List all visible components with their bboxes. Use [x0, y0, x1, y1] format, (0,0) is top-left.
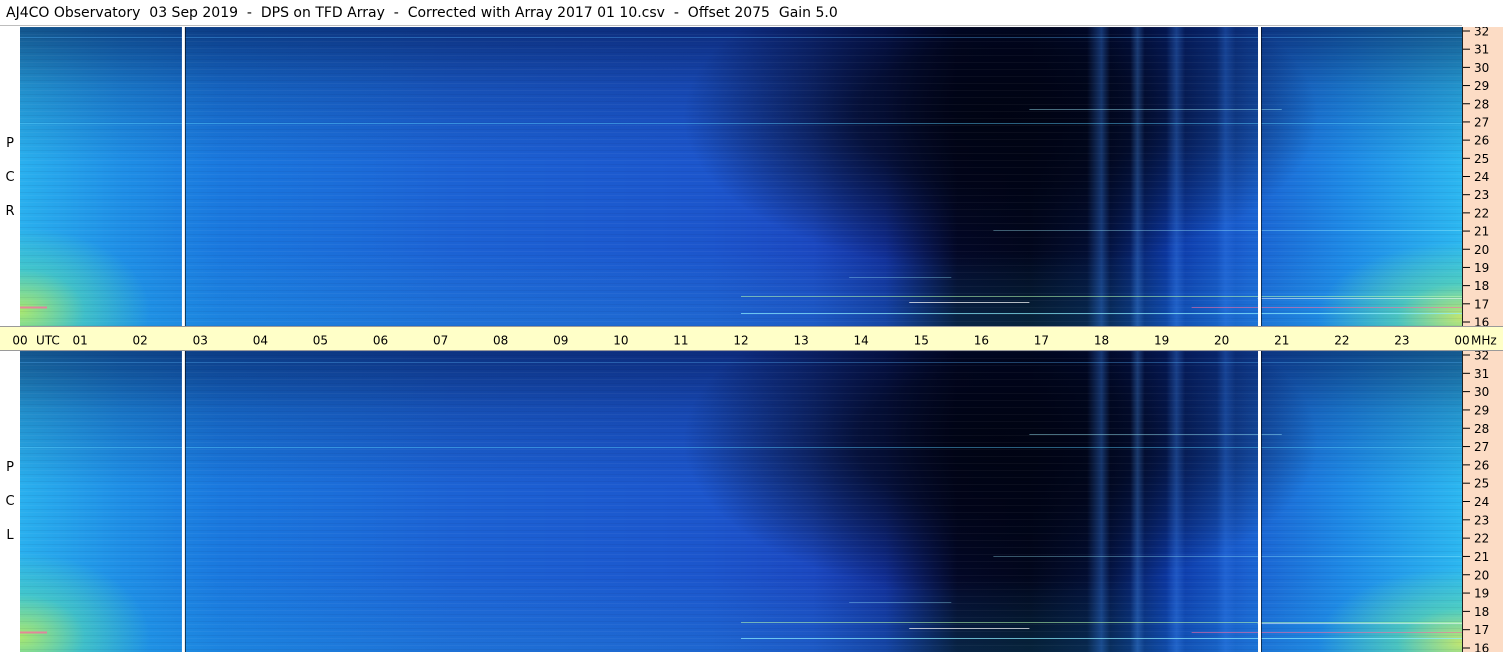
utc-tick-label-2: 02	[133, 334, 148, 348]
utc-tick-label-1: 01	[72, 334, 87, 348]
rcp-freq-label-16: 16	[1474, 316, 1489, 327]
lcp-freq-label-32: 32	[1474, 351, 1489, 363]
lcp-freq-label-22: 22	[1474, 532, 1489, 546]
utc-tick-label-18: 18	[1094, 334, 1109, 348]
rcp-freq-label-24: 24	[1474, 170, 1489, 184]
lcp-freq-label-21: 21	[1474, 550, 1489, 564]
utc-tick-label-19: 19	[1154, 334, 1169, 348]
utc-tick-label-16: 16	[974, 334, 989, 348]
lcp-panel-label: P C L	[0, 451, 20, 553]
utc-tick-label-7: 07	[433, 334, 448, 348]
page-title: AJ4CO Observatory 03 Sep 2019 - DPS on T…	[0, 0, 1462, 26]
utc-tick-label-15: 15	[914, 334, 929, 348]
rcp-marker-line-0	[181, 27, 185, 326]
rcp-marker-shadow-0	[184, 27, 186, 326]
lcp-freq-label-20: 20	[1474, 568, 1489, 582]
utc-tick-label-24: 00	[1454, 334, 1469, 348]
rcp-freq-label-26: 26	[1474, 134, 1489, 148]
lcp-letter-2: C	[5, 494, 15, 509]
utc-tick-label-0: 00	[12, 334, 27, 348]
utc-tick-label-12: 12	[733, 334, 748, 348]
utc-tick-label-10: 10	[613, 334, 628, 348]
rcp-freq-label-30: 30	[1474, 61, 1489, 75]
rcp-marker-line-1	[1258, 27, 1262, 326]
rcp-letter-2: C	[5, 170, 15, 185]
rcp-freq-label-32: 32	[1474, 27, 1489, 39]
utc-tick-label-17: 17	[1034, 334, 1049, 348]
utc-unit-label: UTC	[36, 334, 60, 348]
utc-tick-label-6: 06	[373, 334, 388, 348]
lcp-marker-line-1	[1258, 351, 1262, 652]
rcp-freq-label-22: 22	[1474, 206, 1489, 220]
lcp-spectrogram	[20, 351, 1462, 652]
lcp-freq-label-24: 24	[1474, 495, 1489, 509]
rcp-freq-label-18: 18	[1474, 279, 1489, 293]
lcp-freq-label-30: 30	[1474, 385, 1489, 399]
mhz-unit-label: MHz	[1471, 334, 1497, 348]
lcp-freq-label-23: 23	[1474, 513, 1489, 527]
lcp-frequency-axis-svg: 16 17 18 19 20 21 22 23 24 25 26 27 28 29 30 31 32	[1463, 349, 1489, 656]
rcp-freq-label-25: 25	[1474, 152, 1489, 166]
rcp-letter-3: P	[6, 136, 14, 151]
lcp-marker-shadow-1	[1261, 351, 1263, 652]
utc-time-axis-svg: 00 01 02 03 04 05 06 07 08 09 10 11 12 13 14 15 16 17 18 19…	[12, 334, 1497, 348]
rcp-panel-label: P C R	[0, 127, 20, 229]
utc-tick-label-5: 05	[313, 334, 328, 348]
lcp-freq-label-27: 27	[1474, 440, 1489, 454]
lcp-marker-line-0	[181, 351, 185, 652]
utc-tick-label-22: 22	[1334, 334, 1349, 348]
utc-tick-label-3: 03	[193, 334, 208, 348]
rcp-overlay-svg	[20, 27, 1462, 326]
utc-tick-label-20: 20	[1214, 334, 1229, 348]
lcp-frequency-axis: 16 17 18 19 20 21 22 23 24 25 26 27 28 29 30 31 32	[1462, 349, 1503, 656]
lcp-freq-label-29: 29	[1474, 403, 1489, 417]
lcp-letter-3: P	[6, 460, 14, 475]
utc-tick-label-13: 13	[793, 334, 808, 348]
lcp-freq-label-16: 16	[1474, 642, 1489, 653]
rcp-freq-label-27: 27	[1474, 115, 1489, 129]
lcp-freq-label-28: 28	[1474, 422, 1489, 436]
utc-tick-label-9: 09	[553, 334, 568, 348]
lcp-freq-label-19: 19	[1474, 587, 1489, 601]
rcp-freq-label-21: 21	[1474, 225, 1489, 239]
lcp-freq-label-26: 26	[1474, 458, 1489, 472]
rcp-freq-label-31: 31	[1474, 43, 1489, 57]
lcp-freq-label-17: 17	[1474, 623, 1489, 637]
rcp-freq-label-19: 19	[1474, 261, 1489, 275]
utc-tick-label-14: 14	[854, 334, 869, 348]
rcp-freq-label-23: 23	[1474, 188, 1489, 202]
rcp-freq-label-28: 28	[1474, 97, 1489, 111]
lcp-freq-label-25: 25	[1474, 477, 1489, 491]
rcp-freq-label-17: 17	[1474, 297, 1489, 311]
rcp-frequency-axis: 16 17 18 19 20 21 22 23 24 25 26 27 28 29 30 31 32	[1462, 25, 1503, 330]
lcp-freq-label-18: 18	[1474, 605, 1489, 619]
lcp-letter-1: L	[6, 528, 14, 543]
rcp-freq-label-20: 20	[1474, 243, 1489, 257]
lcp-marker-shadow-0	[184, 351, 186, 652]
utc-tick-label-23: 23	[1394, 334, 1409, 348]
lcp-freq-label-31: 31	[1474, 367, 1489, 381]
rcp-letter-1: R	[5, 204, 15, 219]
rcp-marker-shadow-1	[1261, 27, 1263, 326]
rcp-spectrogram	[20, 27, 1462, 326]
utc-tick-label-8: 08	[493, 334, 508, 348]
utc-time-axis: 00 01 02 03 04 05 06 07 08 09 10 11 12 13 14 15 16 17 18 19…	[0, 326, 1503, 351]
lcp-overlay-svg	[20, 351, 1462, 652]
utc-tick-label-21: 21	[1274, 334, 1289, 348]
utc-tick-label-11: 11	[673, 334, 688, 348]
rcp-frequency-axis-svg: 16 17 18 19 20 21 22 23 24 25 26 27 28 29 30 31 32	[1463, 25, 1489, 330]
rcp-freq-label-29: 29	[1474, 79, 1489, 93]
utc-tick-label-4: 04	[253, 334, 268, 348]
